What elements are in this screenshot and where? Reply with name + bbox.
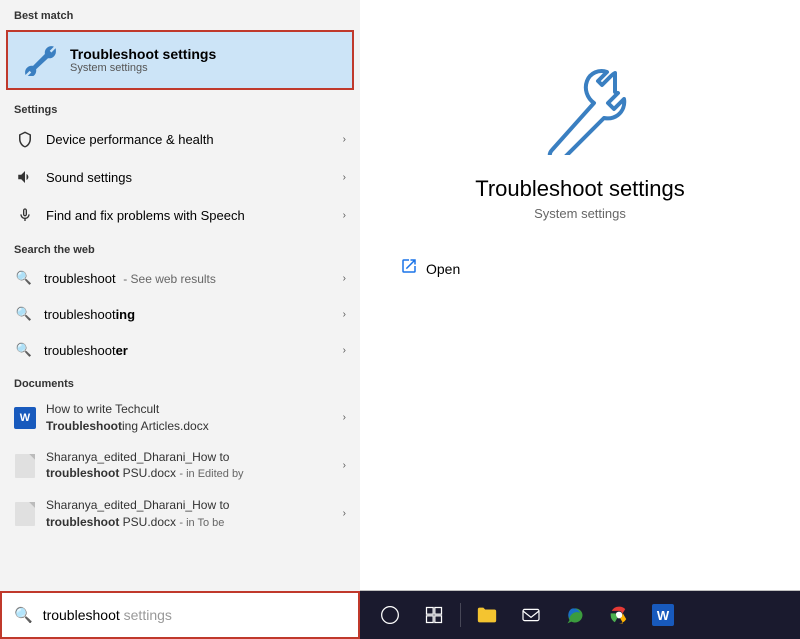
device-performance-label: Device performance & health <box>46 132 343 147</box>
chevron-icon: › <box>343 172 346 183</box>
best-match-label: Best match <box>0 0 360 26</box>
settings-item-sound[interactable]: Sound settings › <box>0 158 360 196</box>
doc-item-3[interactable]: Sharanya_edited_Dharani_How to troublesh… <box>0 490 360 538</box>
task-view-button[interactable] <box>414 595 454 635</box>
web-item-label: troubleshooting <box>44 307 343 322</box>
search-icon: 🔍 <box>14 268 34 288</box>
web-search-troubleshooting[interactable]: 🔍 troubleshooting › <box>0 296 360 332</box>
search-input[interactable]: troubleshoot settings <box>43 607 346 623</box>
search-bar[interactable]: 🔍 troubleshoot settings <box>0 591 360 639</box>
chevron-icon: › <box>343 508 346 519</box>
left-panel: Best match Troubleshoot settings System … <box>0 0 360 639</box>
documents-label: Documents <box>0 368 360 394</box>
wrench-icon <box>520 60 640 160</box>
mail-button[interactable] <box>511 595 551 635</box>
right-title: Troubleshoot settings <box>475 176 685 202</box>
right-panel: Troubleshoot settings System settings Op… <box>360 0 800 590</box>
doc-text-2: Sharanya_edited_Dharani_How to troublesh… <box>46 449 343 483</box>
web-item-label: troubleshoot - See web results <box>44 271 343 286</box>
settings-label: Settings <box>0 94 360 120</box>
settings-item-device[interactable]: Device performance & health › <box>0 120 360 158</box>
doc-item-1[interactable]: W How to write Techcult Troubleshooting … <box>0 394 360 442</box>
suggestion-text: settings <box>120 607 172 623</box>
right-subtitle: System settings <box>534 206 626 221</box>
cortana-button[interactable] <box>370 595 410 635</box>
doc-item-2[interactable]: Sharanya_edited_Dharani_How to troublesh… <box>0 442 360 490</box>
mic-icon <box>14 204 36 226</box>
web-typed: troubleshoot <box>44 271 116 286</box>
generic-doc-icon <box>14 453 36 479</box>
shield-icon <box>14 128 36 150</box>
chevron-icon: › <box>343 460 346 471</box>
search-icon: 🔍 <box>14 606 33 624</box>
web-search-troubleshoot[interactable]: 🔍 troubleshoot - See web results › <box>0 260 360 296</box>
web-item-label: troubleshooter <box>44 343 343 358</box>
search-icon: 🔍 <box>14 304 34 324</box>
web-search-troubleshooter[interactable]: 🔍 troubleshooter › <box>0 332 360 368</box>
doc-text-1: How to write Techcult Troubleshooting Ar… <box>46 401 343 435</box>
chevron-icon: › <box>343 210 346 221</box>
best-match-title: Troubleshoot settings <box>70 46 216 62</box>
explorer-button[interactable] <box>467 595 507 635</box>
chevron-icon: › <box>343 134 346 145</box>
typed-text: troubleshoot <box>43 607 120 623</box>
best-match-item[interactable]: Troubleshoot settings System settings <box>6 30 354 90</box>
bold-suffix: er <box>116 343 128 358</box>
chevron-icon: › <box>343 273 346 284</box>
troubleshoot-icon <box>22 42 58 78</box>
chevron-icon: › <box>343 345 346 356</box>
see-results-text: - See web results <box>123 272 216 286</box>
edge-button[interactable] <box>555 595 595 635</box>
taskbar: W <box>360 591 800 639</box>
word-doc-icon: W <box>14 405 36 431</box>
sound-settings-label: Sound settings <box>46 170 343 185</box>
chrome-button[interactable] <box>599 595 639 635</box>
open-label: Open <box>426 261 460 277</box>
best-match-text: Troubleshoot settings System settings <box>70 46 216 74</box>
chevron-icon: › <box>343 309 346 320</box>
bold-suffix: ing <box>116 307 136 322</box>
open-icon <box>400 257 418 280</box>
doc-text-3: Sharanya_edited_Dharani_How to troublesh… <box>46 497 343 531</box>
best-match-subtitle: System settings <box>70 62 216 74</box>
search-icon: 🔍 <box>14 340 34 360</box>
taskbar-divider <box>460 603 461 627</box>
word-button[interactable]: W <box>643 595 683 635</box>
open-button[interactable]: Open <box>400 251 460 286</box>
chevron-icon: › <box>343 412 346 423</box>
sound-icon <box>14 166 36 188</box>
settings-item-speech[interactable]: Find and fix problems with Speech › <box>0 196 360 234</box>
speech-label: Find and fix problems with Speech <box>46 208 343 223</box>
search-web-label: Search the web <box>0 234 360 260</box>
generic-doc-icon <box>14 501 36 527</box>
